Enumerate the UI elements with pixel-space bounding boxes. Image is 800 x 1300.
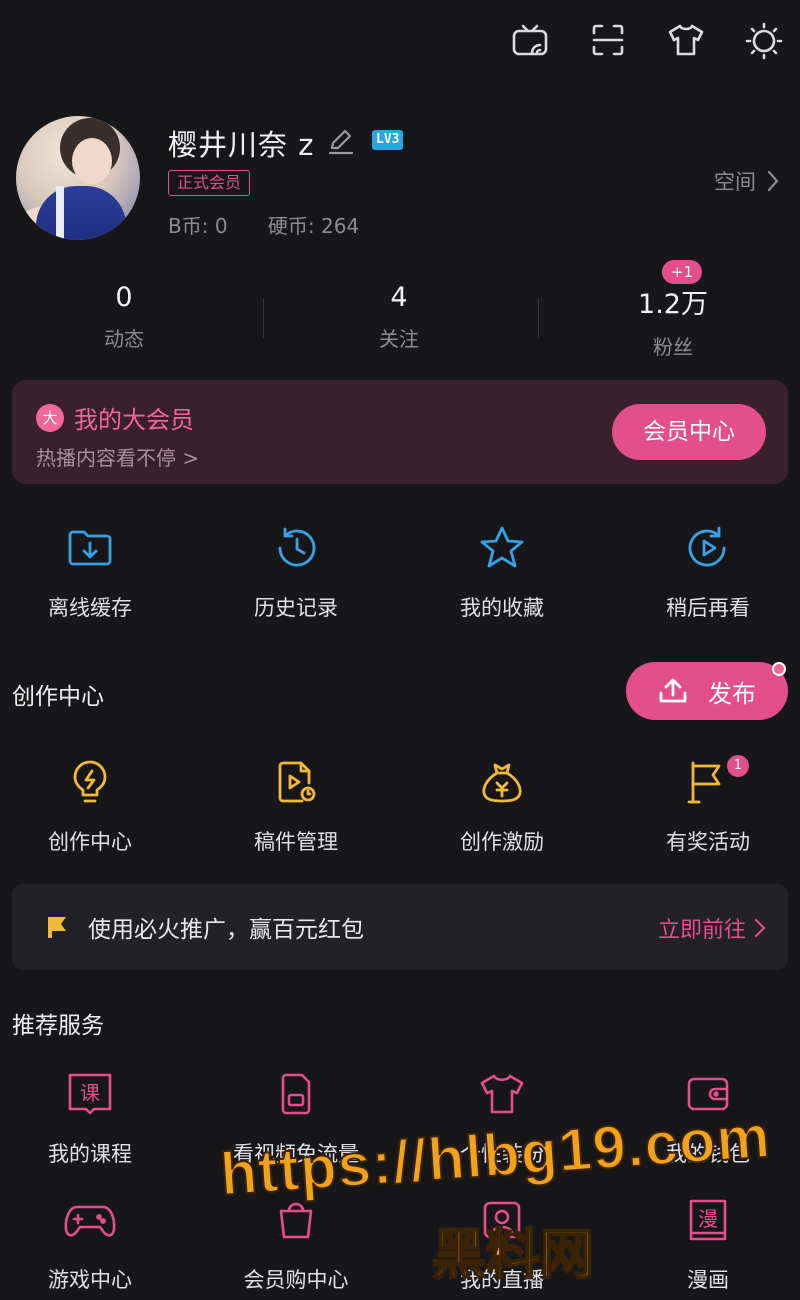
vip-card-title: 我的大会员 xyxy=(74,406,194,434)
divider xyxy=(538,298,539,338)
service-label: 我的课程 xyxy=(48,1142,132,1166)
b-coins: B币: 0 xyxy=(168,214,228,238)
action-watch-later[interactable]: 稍后再看 xyxy=(608,518,800,622)
chevron-right-icon xyxy=(754,918,766,938)
stat-value: 0 xyxy=(115,282,133,313)
username: 樱井川奈 z xyxy=(168,128,315,162)
coin-balances: B币: 0 硬币: 264 xyxy=(168,210,393,239)
manuscript-icon xyxy=(266,752,326,812)
action-offline-cache[interactable]: 离线缓存 xyxy=(0,518,190,622)
action-label: 稍后再看 xyxy=(666,596,750,620)
activity-notification-badge: 1 xyxy=(727,755,749,777)
divider xyxy=(263,298,264,338)
action-history[interactable]: 历史记录 xyxy=(196,518,396,622)
sim-card-icon xyxy=(266,1064,326,1124)
comic-glyph: 漫 xyxy=(698,1207,718,1231)
vip-center-button[interactable]: 会员中心 xyxy=(612,404,766,460)
big-member-icon: 大 xyxy=(36,404,64,432)
services-section-title: 推荐服务 xyxy=(12,1013,104,1039)
space-link[interactable]: 空间 xyxy=(714,166,780,196)
comic-icon: 漫 xyxy=(678,1190,738,1250)
stat-label: 关注 xyxy=(379,327,419,351)
stat-followers[interactable]: 1.2万 粉丝 xyxy=(573,282,773,360)
level-badge: LV3 xyxy=(372,130,404,150)
promo-go-link[interactable]: 立即前往 xyxy=(658,912,766,944)
chevron-right-icon xyxy=(767,170,779,192)
upload-icon xyxy=(659,678,687,703)
star-icon xyxy=(472,518,532,578)
avatar[interactable] xyxy=(16,116,140,240)
download-folder-icon xyxy=(60,518,120,578)
manuscript-management[interactable]: 稿件管理 xyxy=(196,752,396,856)
action-label: 离线缓存 xyxy=(48,596,132,620)
service-my-courses[interactable]: 课 我的课程 xyxy=(0,1064,190,1168)
service-comics[interactable]: 漫 漫画 xyxy=(608,1190,800,1294)
new-follower-badge: +1 xyxy=(662,260,703,284)
vip-card[interactable]: 大 我的大会员 热播内容看不停 > 会员中心 xyxy=(12,380,788,484)
service-label: 会员购中心 xyxy=(243,1268,349,1292)
creation-center[interactable]: 创作中心 xyxy=(0,752,190,856)
lightbulb-icon xyxy=(60,752,120,812)
service-label: 漫画 xyxy=(687,1268,729,1292)
scan-icon[interactable] xyxy=(586,18,630,62)
watermark-name: 黑料网 xyxy=(431,1222,595,1287)
course-glyph: 课 xyxy=(80,1081,100,1105)
promo-go-label: 立即前往 xyxy=(657,918,746,943)
creation-incentive[interactable]: 创作激励 xyxy=(402,752,602,856)
action-favorites[interactable]: 我的收藏 xyxy=(402,518,602,622)
publish-label: 发布 xyxy=(708,679,756,708)
service-game-center[interactable]: 游戏中心 xyxy=(0,1190,190,1294)
stat-posts[interactable]: 0 动态 xyxy=(24,282,224,352)
stat-label: 动态 xyxy=(104,327,144,351)
promo-text: 使用必火推广，赢百元红包 xyxy=(88,917,364,943)
creation-label: 稿件管理 xyxy=(254,830,338,854)
money-bag-icon xyxy=(472,752,532,812)
edit-icon[interactable] xyxy=(326,126,356,156)
stat-value: 4 xyxy=(390,282,408,313)
history-clock-icon xyxy=(266,518,326,578)
creation-label: 创作激励 xyxy=(460,830,544,854)
watch-later-icon xyxy=(678,518,738,578)
vip-card-subtitle[interactable]: 热播内容看不停 > xyxy=(36,442,199,471)
hard-coins: 硬币: 264 xyxy=(267,214,360,238)
tshirt-icon xyxy=(472,1064,532,1124)
tshirt-icon[interactable] xyxy=(664,18,708,62)
prize-activities[interactable]: 有奖活动 xyxy=(608,752,800,856)
gamepad-icon xyxy=(60,1190,120,1250)
theme-icon[interactable] xyxy=(742,18,786,62)
publish-button[interactable]: 发布 xyxy=(626,662,788,720)
stat-following[interactable]: 4 关注 xyxy=(299,282,499,352)
space-label: 空间 xyxy=(714,170,756,194)
vip-status-badge: 正式会员 xyxy=(168,170,251,196)
creation-section-title: 创作中心 xyxy=(12,684,104,710)
course-book-icon: 课 xyxy=(60,1064,120,1124)
creation-label: 有奖活动 xyxy=(666,830,750,854)
stat-value: 1.2万 xyxy=(638,289,708,320)
service-label: 游戏中心 xyxy=(48,1268,132,1292)
creation-label: 创作中心 xyxy=(48,830,132,854)
promo-banner[interactable]: 使用必火推广，赢百元红包 立即前往 xyxy=(12,884,788,970)
action-label: 历史记录 xyxy=(254,596,338,620)
stat-label: 粉丝 xyxy=(653,335,693,359)
promo-flag-icon xyxy=(48,917,66,938)
tv-cast-icon[interactable] xyxy=(508,18,552,62)
publish-notification-dot xyxy=(772,662,786,676)
action-label: 我的收藏 xyxy=(460,596,544,620)
